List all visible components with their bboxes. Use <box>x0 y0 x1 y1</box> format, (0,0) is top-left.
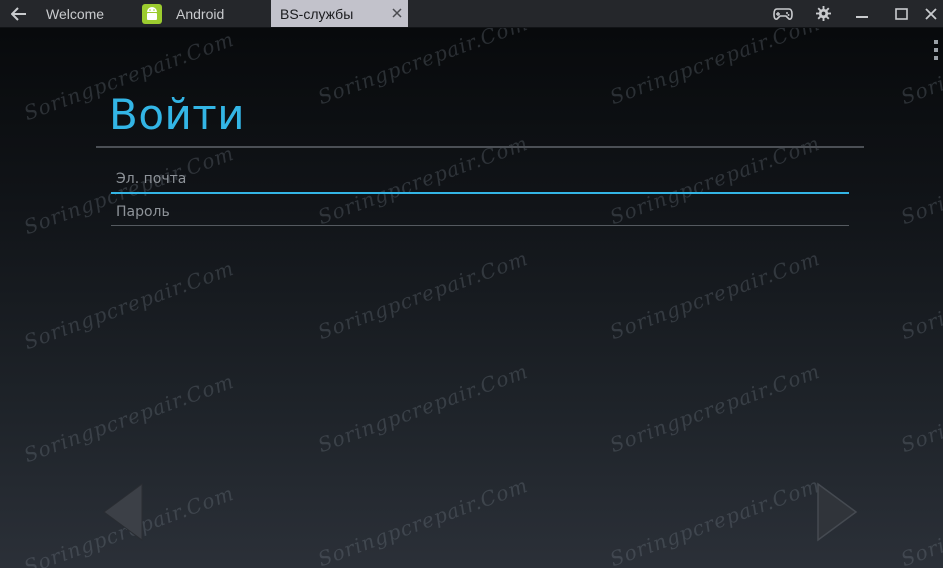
tab-bs-services-label: BS-службы <box>280 5 354 22</box>
signin-screen: Soringpcrepair.Com Soringpcrepair.Com So… <box>0 28 943 568</box>
watermark-text: Soringpcrepair.Com <box>606 28 824 110</box>
app-window: Welcome Android BS-службы Soringpcrepair… <box>0 0 943 568</box>
watermark-text: Soringpcrepair.Com <box>20 255 238 355</box>
watermark-text: Soringpcrepair.Com <box>606 245 824 345</box>
password-field[interactable] <box>111 198 849 226</box>
gamepad-icon <box>773 7 793 20</box>
watermark-text: Soringpcrepair.Com <box>606 472 824 568</box>
menu-dot <box>934 48 938 52</box>
watermark-text: Soringpcrepair.Com <box>897 358 943 458</box>
gamepad-button[interactable] <box>772 3 794 24</box>
back-nav-button[interactable] <box>100 482 144 542</box>
tab-welcome[interactable]: Welcome <box>34 0 138 27</box>
menu-dot <box>934 56 938 60</box>
watermark-text: Soringpcrepair.Com <box>20 368 238 468</box>
watermark-text: Soringpcrepair.Com <box>314 28 532 110</box>
close-icon <box>925 7 937 20</box>
watermark-text: Soringpcrepair.Com <box>314 245 532 345</box>
settings-button[interactable] <box>812 3 834 24</box>
arrow-left-icon <box>11 6 26 21</box>
three-dots-vertical-icon <box>934 40 938 44</box>
tab-close-icon[interactable] <box>390 6 404 20</box>
tab-bs-services[interactable]: BS-службы <box>271 0 408 27</box>
email-field[interactable] <box>111 166 849 194</box>
title-bar: Welcome Android BS-службы <box>0 0 943 28</box>
minimize-icon <box>856 15 868 18</box>
window-close-button[interactable] <box>920 3 942 24</box>
watermark-text: Soringpcrepair.Com <box>314 358 532 458</box>
tab-android-label: Android <box>176 5 225 22</box>
back-button[interactable] <box>6 2 32 25</box>
watermark-text: Soringpcrepair.Com <box>606 358 824 458</box>
title-divider <box>96 146 864 148</box>
next-nav-button[interactable] <box>815 482 859 542</box>
android-robot-icon <box>142 3 162 24</box>
tab-welcome-label: Welcome <box>46 5 105 22</box>
tab-android[interactable]: Android <box>138 0 270 27</box>
minimize-button[interactable] <box>851 3 873 24</box>
page-title: Войти <box>109 90 246 139</box>
gear-icon <box>815 6 831 21</box>
watermark-text: Soringpcrepair.Com <box>897 245 943 345</box>
maximize-button[interactable] <box>890 3 912 24</box>
watermark-text: Soringpcrepair.Com <box>897 472 943 568</box>
overflow-menu-button[interactable] <box>932 40 940 60</box>
maximize-icon <box>894 7 908 20</box>
triangle-right-icon <box>817 482 858 542</box>
watermark-text: Soringpcrepair.Com <box>314 472 532 568</box>
triangle-left-icon <box>103 483 143 541</box>
watermark-text: Soringpcrepair.Com <box>897 130 943 230</box>
